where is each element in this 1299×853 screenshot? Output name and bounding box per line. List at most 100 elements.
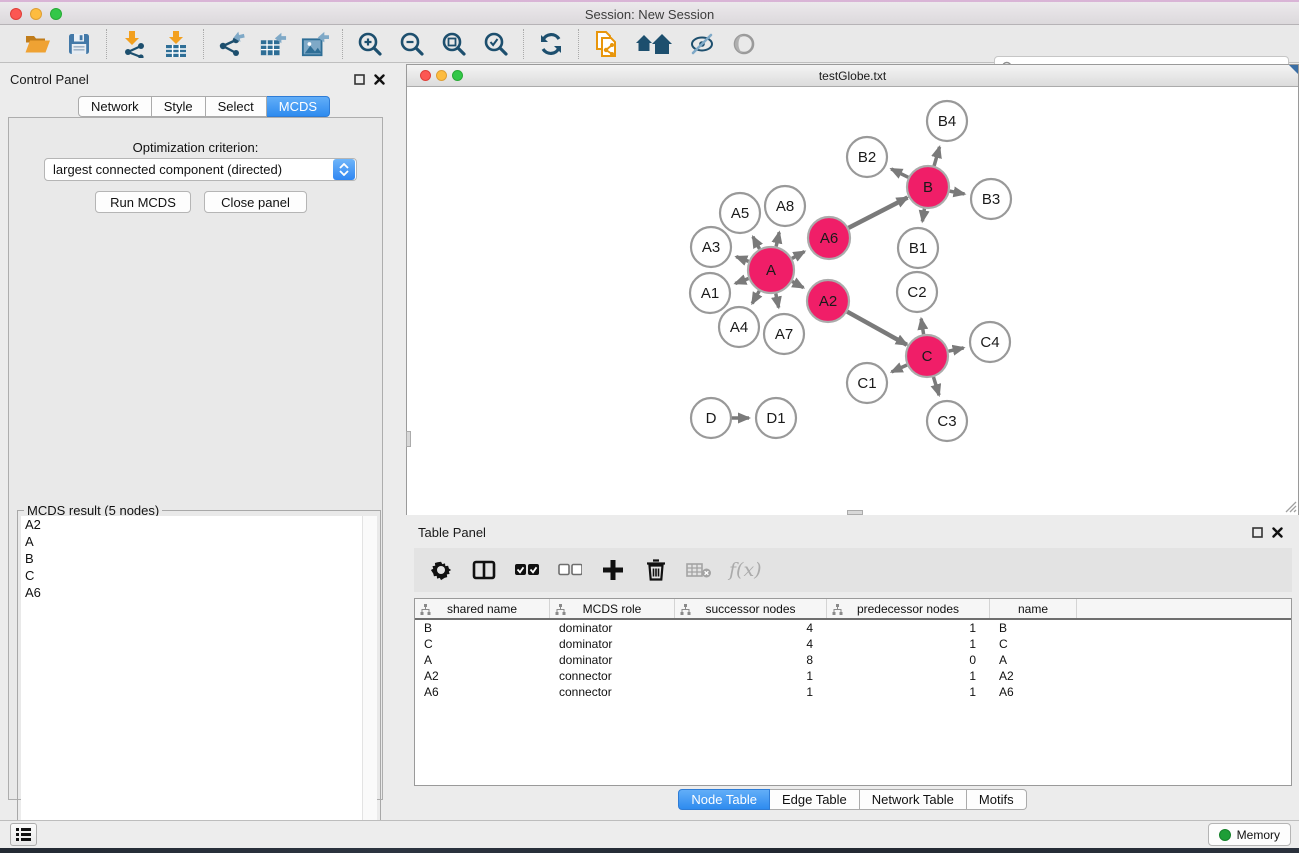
table-tab-motifs[interactable]: Motifs — [967, 789, 1027, 810]
result-list-item[interactable]: C — [21, 567, 362, 584]
graph-node-B[interactable]: B — [907, 166, 949, 208]
column-header-name[interactable]: name — [990, 599, 1077, 618]
graph-edge-A-A3[interactable] — [736, 257, 748, 262]
result-list-item[interactable]: B — [21, 550, 362, 567]
graph-node-B2[interactable]: B2 — [847, 137, 887, 177]
table-tab-network-table[interactable]: Network Table — [860, 789, 967, 810]
function-builder-icon[interactable]: f(x) — [729, 559, 762, 581]
table-cell[interactable]: connector — [550, 668, 675, 684]
zoom-selected-icon[interactable] — [482, 30, 510, 58]
hide-panels-eye-icon[interactable] — [688, 30, 716, 58]
tab-select[interactable]: Select — [206, 96, 267, 117]
float-table-panel-icon[interactable] — [1252, 525, 1263, 543]
deselect-all-rows-icon[interactable] — [557, 557, 583, 583]
table-tab-node-table[interactable]: Node Table — [678, 789, 770, 810]
criterion-dropdown[interactable]: largest connected component (directed) — [44, 158, 357, 181]
graph-node-B3[interactable]: B3 — [971, 179, 1011, 219]
graph-edge-B-B1[interactable] — [922, 209, 924, 222]
column-header-successor-nodes[interactable]: successor nodes — [675, 599, 827, 618]
table-settings-gear-icon[interactable] — [428, 557, 454, 583]
import-network-icon[interactable] — [120, 30, 148, 58]
clone-network-icon[interactable] — [592, 30, 620, 58]
graph-node-B4[interactable]: B4 — [927, 101, 967, 141]
table-cell[interactable]: 1 — [827, 636, 990, 652]
graph-edge-A-A2[interactable] — [792, 281, 803, 287]
table-row[interactable]: A2connector11A2 — [415, 668, 1291, 684]
zoom-out-icon[interactable] — [398, 30, 426, 58]
graph-node-A2[interactable]: A2 — [807, 280, 849, 322]
close-panel-button[interactable]: Close panel — [204, 191, 307, 213]
table-cell[interactable]: connector — [550, 684, 675, 700]
column-visibility-icon[interactable] — [471, 557, 497, 583]
export-image-icon[interactable] — [301, 30, 329, 58]
graph-edge-B-B4[interactable] — [934, 147, 939, 166]
network-window-titlebar[interactable]: testGlobe.txt — [407, 65, 1298, 87]
delete-table-icon[interactable] — [686, 557, 712, 583]
table-cell[interactable]: A6 — [415, 684, 550, 700]
graph-node-A7[interactable]: A7 — [764, 314, 804, 354]
delete-column-trash-icon[interactable] — [643, 557, 669, 583]
graph-edge-C-C3[interactable] — [933, 377, 939, 395]
zoom-in-icon[interactable] — [356, 30, 384, 58]
left-edge-grab-handle[interactable] — [406, 431, 411, 447]
select-all-rows-icon[interactable] — [514, 557, 540, 583]
network-canvas[interactable]: B4B2BB3A5A8A6B1A3AA1C2A2A4A7C4CC1C3DD1 — [407, 87, 1298, 515]
graph-node-A[interactable]: A — [748, 247, 794, 293]
graph-node-A6[interactable]: A6 — [808, 217, 850, 259]
column-header-predecessor-nodes[interactable]: predecessor nodes — [827, 599, 990, 618]
table-cell[interactable]: 8 — [675, 652, 827, 668]
add-column-icon[interactable] — [600, 557, 626, 583]
graph-edge-A-A6[interactable] — [792, 252, 804, 259]
table-cell[interactable]: A2 — [415, 668, 550, 684]
home-layout-icon[interactable] — [634, 30, 674, 58]
table-cell[interactable]: C — [415, 636, 550, 652]
table-cell[interactable]: 1 — [675, 668, 827, 684]
graph-node-A4[interactable]: A4 — [719, 307, 759, 347]
table-row[interactable]: Bdominator41B — [415, 620, 1291, 636]
zoom-fit-icon[interactable] — [440, 30, 468, 58]
table-cell[interactable]: 4 — [675, 636, 827, 652]
graph-edge-A-A8[interactable] — [776, 232, 779, 246]
graph-node-C3[interactable]: C3 — [927, 401, 967, 441]
float-panel-icon[interactable] — [354, 72, 365, 90]
column-header-MCDS-role[interactable]: MCDS role — [550, 599, 675, 618]
tab-network[interactable]: Network — [78, 96, 152, 117]
graph-node-C2[interactable]: C2 — [897, 272, 937, 312]
result-list-item[interactable]: A2 — [21, 516, 362, 533]
table-cell[interactable]: A — [990, 652, 1077, 668]
graph-node-D1[interactable]: D1 — [756, 398, 796, 438]
network-graph[interactable]: B4B2BB3A5A8A6B1A3AA1C2A2A4A7C4CC1C3DD1 — [407, 87, 1298, 515]
run-mcds-button[interactable]: Run MCDS — [95, 191, 191, 213]
table-cell[interactable]: 4 — [675, 620, 827, 636]
resize-grip-icon[interactable] — [1283, 499, 1297, 513]
graph-node-C[interactable]: C — [906, 335, 948, 377]
table-cell[interactable]: dominator — [550, 636, 675, 652]
table-cell[interactable]: dominator — [550, 652, 675, 668]
graph-edge-C-C2[interactable] — [921, 319, 923, 335]
graph-node-A8[interactable]: A8 — [765, 186, 805, 226]
table-row[interactable]: A6connector11A6 — [415, 684, 1291, 700]
table-cell[interactable]: dominator — [550, 620, 675, 636]
graph-edge-A-A4[interactable] — [752, 291, 759, 304]
mcds-result-list[interactable]: A2ABCA6 — [21, 516, 363, 846]
graph-node-A3[interactable]: A3 — [691, 227, 731, 267]
graph-edge-B-B3[interactable] — [950, 191, 965, 194]
graph-edge-A-A1[interactable] — [735, 278, 748, 283]
graph-edge-A2-C[interactable] — [847, 312, 907, 345]
table-cell[interactable]: B — [990, 620, 1077, 636]
table-cell[interactable]: B — [415, 620, 550, 636]
import-table-icon[interactable] — [162, 30, 190, 58]
result-list-scrollbar[interactable] — [363, 516, 377, 846]
graph-edge-A-A7[interactable] — [776, 294, 779, 308]
show-graphics-eye-icon[interactable] — [730, 30, 758, 58]
graph-node-C1[interactable]: C1 — [847, 363, 887, 403]
graph-node-D[interactable]: D — [691, 398, 731, 438]
refresh-layout-icon[interactable] — [537, 30, 565, 58]
table-cell[interactable]: 0 — [827, 652, 990, 668]
close-panel-icon[interactable] — [374, 72, 385, 90]
table-cell[interactable]: 1 — [827, 684, 990, 700]
column-header-shared-name[interactable]: shared name — [415, 599, 550, 618]
table-cell[interactable]: A2 — [990, 668, 1077, 684]
show-panel-list-button[interactable] — [10, 823, 37, 846]
graph-edge-A-A5[interactable] — [753, 237, 760, 249]
